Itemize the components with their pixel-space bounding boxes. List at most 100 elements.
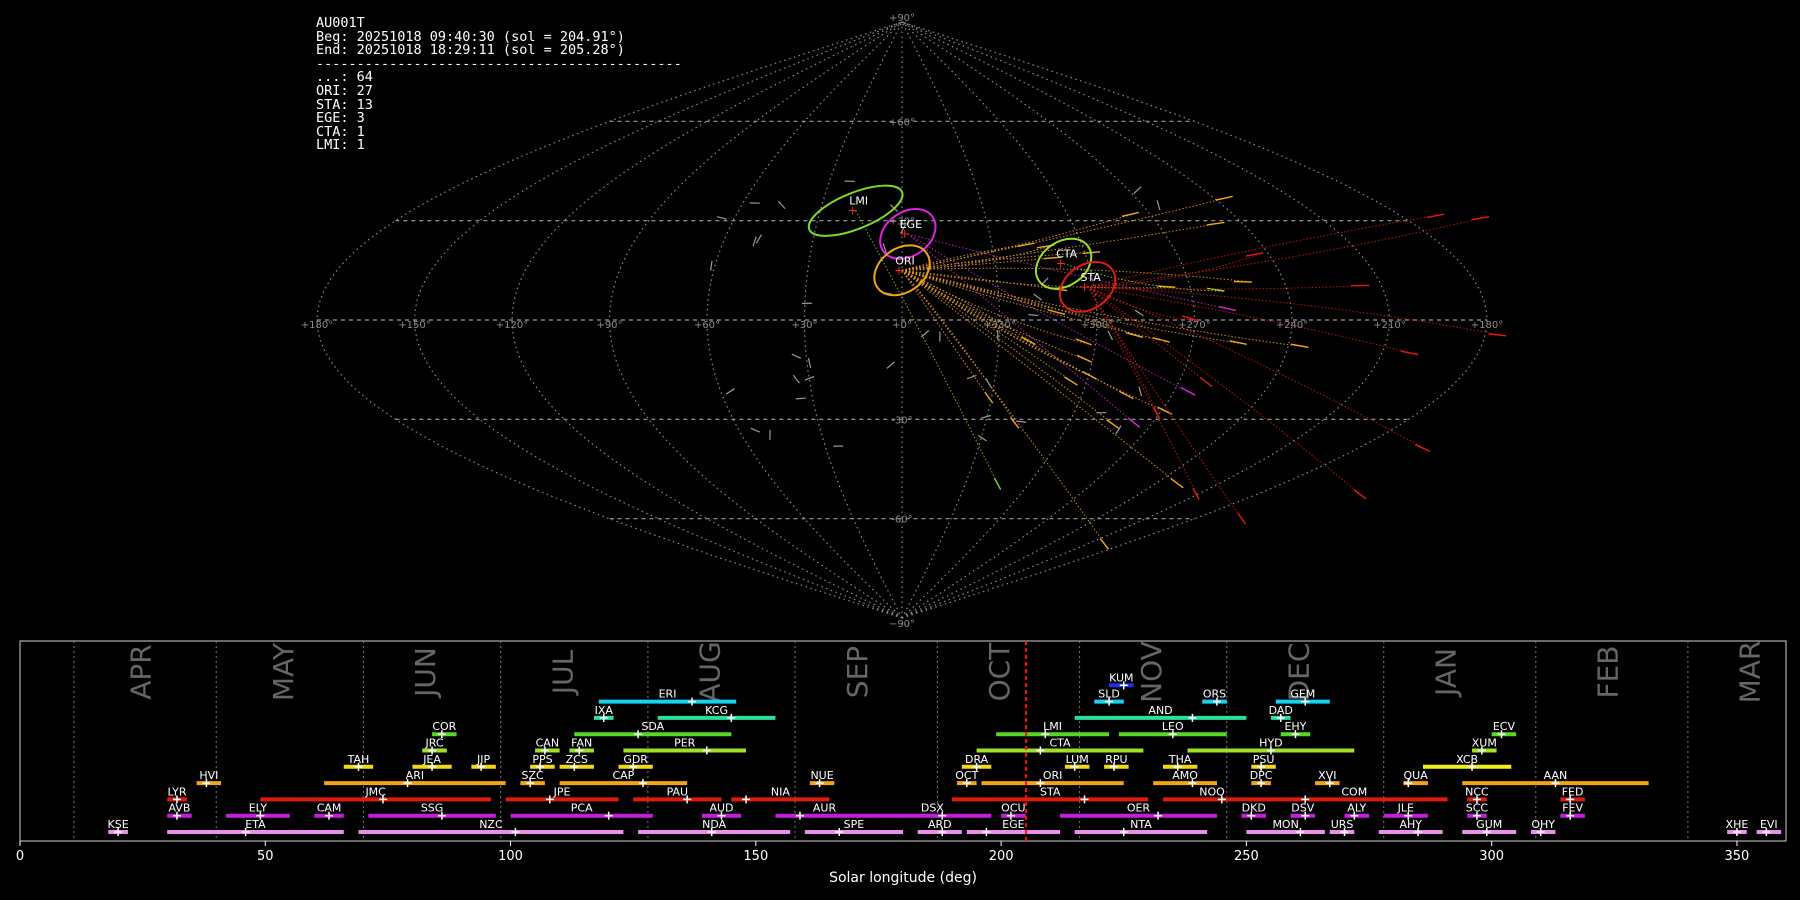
month-label: OCT <box>983 642 1016 702</box>
shower-label-ahy: AHY <box>1399 818 1422 831</box>
x-tick-label: 200 <box>989 849 1014 864</box>
shower-label-pca: PCA <box>571 802 593 815</box>
month-label: NOV <box>1135 641 1168 703</box>
shower-label-ehy: EHY <box>1284 720 1306 733</box>
shower-label-zcs: ZCS <box>566 753 588 766</box>
shower-label-fan: FAN <box>571 737 592 750</box>
shower-label-xhe: XHE <box>1726 818 1749 831</box>
shower-label-xum: XUM <box>1472 737 1497 750</box>
shower-label-eri: ERI <box>659 688 677 701</box>
shower-label-szc: SZC <box>522 769 545 782</box>
shower-label-kse: KSE <box>108 818 129 831</box>
shower-label-aly: ALY <box>1347 802 1366 815</box>
shower-label-ssg: SSG <box>421 802 444 815</box>
shower-label-rpu: RPU <box>1105 753 1127 766</box>
shower-label-ncc: NCC <box>1465 785 1489 798</box>
x-tick-label: 150 <box>743 849 768 864</box>
shower-label-com: COM <box>1341 785 1367 798</box>
shower-label-lum: LUM <box>1066 753 1089 766</box>
shower-label-jpe: JPE <box>553 785 571 798</box>
shower-label-mon: MON <box>1272 818 1298 831</box>
shower-label-cam: CAM <box>317 802 342 815</box>
x-tick-label: 250 <box>1234 849 1259 864</box>
shower-label-cta: CTA <box>1049 737 1071 750</box>
shower-label-qua: QUA <box>1404 769 1429 782</box>
shower-label-xcb: XCB <box>1456 753 1478 766</box>
shower-label-oer: OER <box>1127 802 1151 815</box>
x-tick-label: 0 <box>16 849 24 864</box>
shower-label-ard: ARD <box>928 818 952 831</box>
shower-label-sld: SLD <box>1098 688 1120 701</box>
shower-label-nda: NDA <box>702 818 727 831</box>
month-labels: APR MAY JUN JUL AUG SEP OCT NOV DEC JAN FEB MAR <box>125 641 1767 704</box>
shower-label-dsx: DSX <box>921 802 944 815</box>
shower-label-kum: KUM <box>1109 671 1133 684</box>
shower-label-ixa: IXA <box>595 704 614 717</box>
shower-label-ors: ORS <box>1203 688 1226 701</box>
month-label: JUN <box>409 647 442 699</box>
shower-timeline-chart: APR MAY JUN JUL AUG SEP OCT NOV DEC JAN FEB MAR KUM… <box>16 640 1787 886</box>
shower-label-ecv: ECV <box>1493 720 1516 733</box>
shower-label-cor: COR <box>432 720 456 733</box>
shower-label-dra: DRA <box>965 753 989 766</box>
shower-label-and: AND <box>1148 704 1172 717</box>
shower-label-dpc: DPC <box>1250 769 1273 782</box>
shower-label-cap: CAP <box>612 769 634 782</box>
shower-label-lmi: LMI <box>1043 720 1062 733</box>
shower-label-pps: PPS <box>532 753 552 766</box>
shower-label-ari: ARI <box>406 769 424 782</box>
shower-label-jrc: JRC <box>425 737 444 750</box>
shower-label-per: PER <box>674 737 696 750</box>
x-tick-label: 50 <box>257 849 274 864</box>
shower-label-nia: NIA <box>771 785 790 798</box>
x-axis: 0 50 100 150 200 250 300 350 <box>16 841 1749 864</box>
x-tick-label: 350 <box>1725 849 1750 864</box>
shower-label-avb: AVB <box>168 802 190 815</box>
shower-label-hvi: HVI <box>199 769 218 782</box>
shower-label-fed: FED <box>1562 785 1584 798</box>
x-tick-label: 100 <box>498 849 523 864</box>
shower-label-gum: GUM <box>1476 818 1502 831</box>
month-label: MAR <box>1734 641 1767 704</box>
shower-label-noo: NOO <box>1199 785 1225 798</box>
shower-label-evi: EVI <box>1760 818 1778 831</box>
shower-label-fev: FEV <box>1562 802 1583 815</box>
shower-label-aud: AUD <box>709 802 733 815</box>
month-label: FEB <box>1591 645 1624 698</box>
shower-label-nzc: NZC <box>479 818 503 831</box>
shower-label-tha: THA <box>1168 753 1192 766</box>
shower-bars: KUM ERI SLD ORS GEM IXA KCG AND DAD COR SDA LMI LEO E… <box>108 671 1782 836</box>
shower-label-psu: PSU <box>1253 753 1275 766</box>
shower-label-ely: ELY <box>249 802 268 815</box>
shower-label-gem: GEM <box>1290 688 1315 701</box>
shower-label-jle: JLE <box>1397 802 1414 815</box>
shower-label-nta: NTA <box>1130 818 1152 831</box>
shower-label-amo: AMO <box>1172 769 1198 782</box>
shower-label-hyd: HYD <box>1259 737 1282 750</box>
shower-label-jea: JEA <box>422 753 441 766</box>
shower-label-sda: SDA <box>641 720 664 733</box>
month-label: MAY <box>267 642 300 701</box>
shower-label-ocu: OCU <box>1001 802 1025 815</box>
month-label: JUL <box>547 649 580 696</box>
shower-label-ege: EGE <box>1002 818 1024 831</box>
month-label: SEP <box>841 646 874 698</box>
shower-label-dsv: DSV <box>1291 802 1314 815</box>
month-label: APR <box>125 644 158 700</box>
shower-label-jip: JIP <box>476 753 490 766</box>
month-label: JAN <box>1430 648 1463 698</box>
shower-label-ori: ORI <box>1043 769 1063 782</box>
shower-label-oct: OCT <box>955 769 978 782</box>
shower-label-aan: AAN <box>1544 769 1568 782</box>
shower-label-urs: URS <box>1331 818 1354 831</box>
shower-label-dad: DAD <box>1269 704 1293 717</box>
x-axis-label: Solar longitude (deg) <box>829 870 977 886</box>
shower-label-nue: NUE <box>810 769 833 782</box>
shower-label-tah: TAH <box>347 753 370 766</box>
month-label: AUG <box>694 641 727 702</box>
shower-label-pau: PAU <box>667 785 689 798</box>
shower-label-lyr: LYR <box>167 785 186 798</box>
shower-label-leo: LEO <box>1162 720 1184 733</box>
shower-label-dkd: DKD <box>1242 802 1266 815</box>
x-tick-label: 300 <box>1479 849 1504 864</box>
